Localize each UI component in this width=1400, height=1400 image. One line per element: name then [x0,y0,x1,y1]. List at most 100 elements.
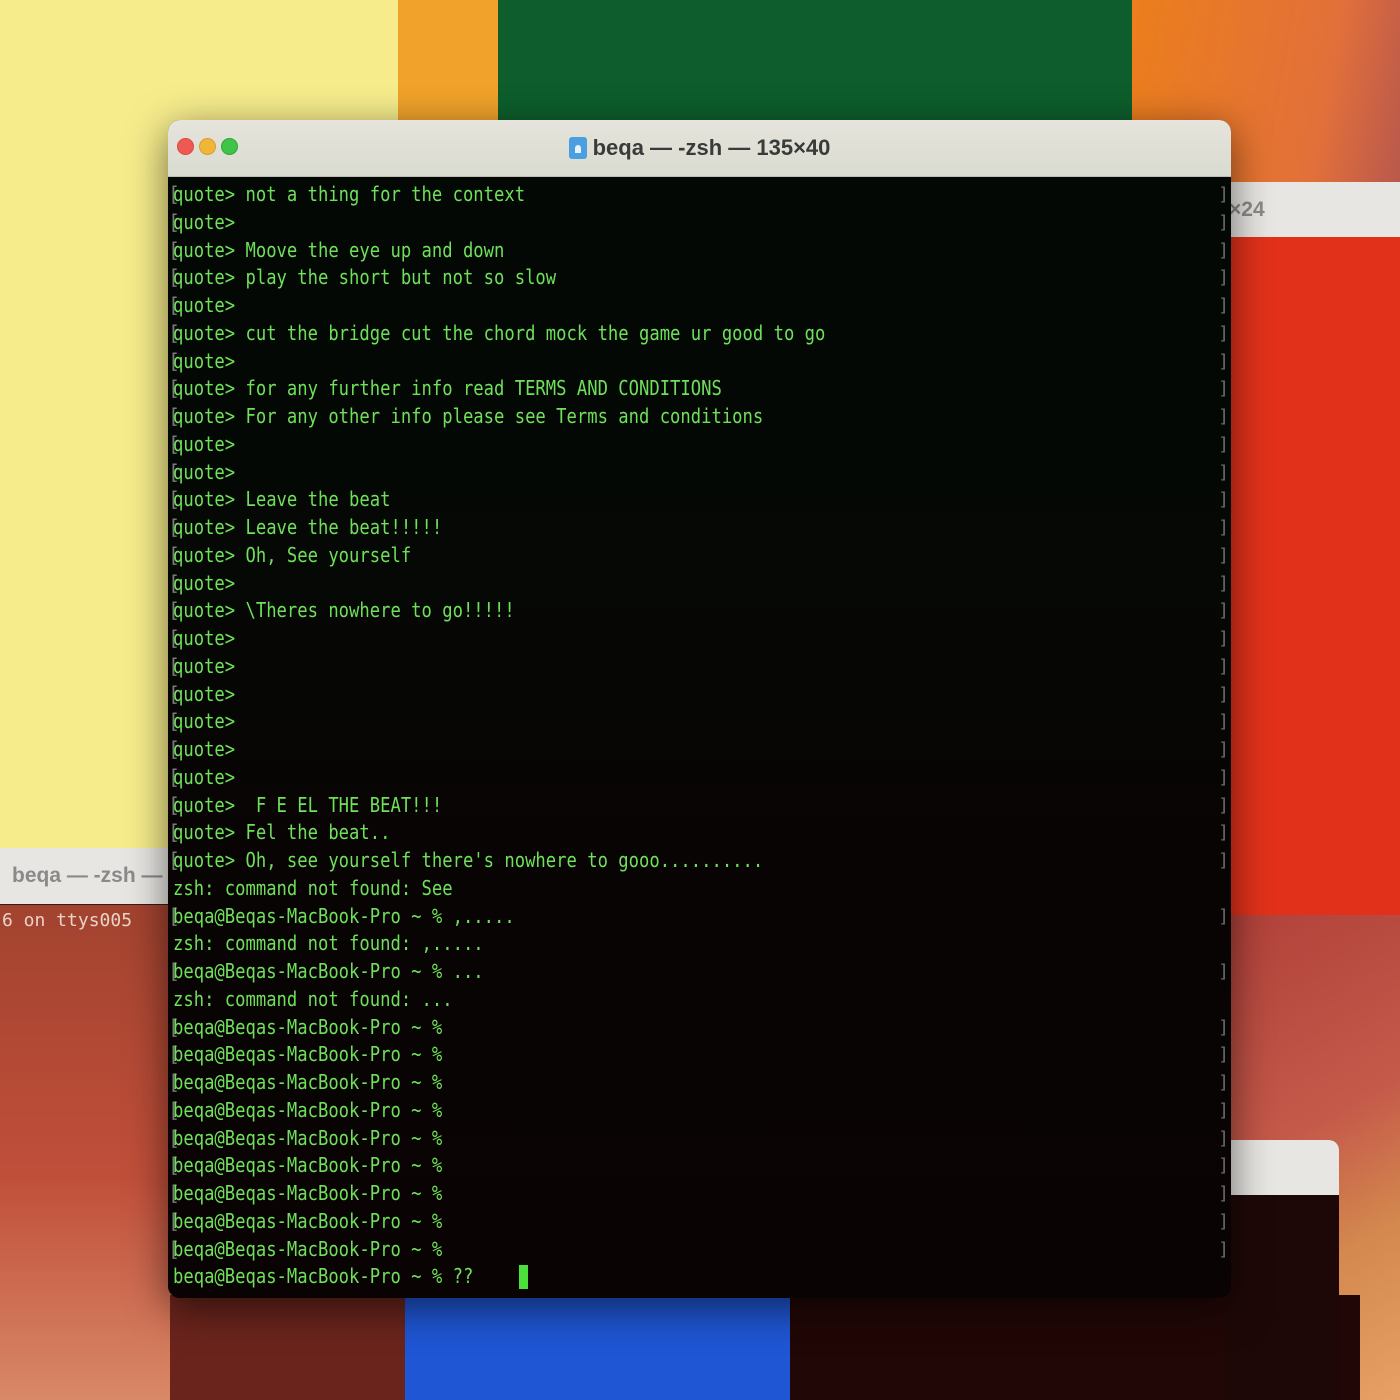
terminal-line-text: quote> F E EL THE BEAT!!! [173,792,443,817]
terminal-line-text: quote> [173,709,236,734]
line-end-bracket: ] [1218,1238,1229,1260]
terminal-line: [quote> Oh, See yourself] [168,542,1231,570]
background-orange-window [398,0,500,125]
terminal-line: [beqa@Beqas-MacBook-Pro ~ %] [168,1125,1231,1153]
terminal-line-text: quote> [173,681,236,706]
line-end-bracket: ] [1218,961,1229,982]
terminal-line-text: quote> [173,459,236,484]
folder-icon [568,137,587,159]
terminal-line: [beqa@Beqas-MacBook-Pro ~ %] [168,1041,1231,1069]
line-end-bracket: ] [1218,1155,1229,1177]
line-end-bracket: ] [1218,433,1229,455]
line-end-bracket: ] [1218,572,1229,594]
line-end-bracket: ] [1218,794,1229,816]
close-button[interactable] [177,138,194,155]
terminal-line: [beqa@Beqas-MacBook-Pro ~ %] [168,1014,1231,1042]
background-terminal-window-bottom-right[interactable] [1225,1140,1339,1400]
line-end-bracket: ] [1218,905,1229,927]
line-end-bracket: ] [1218,628,1229,649]
background-blue-window [405,1295,795,1400]
background-terminal-titlebar-left[interactable]: beqa — -zsh — 80×2 [0,848,175,904]
line-end-bracket: ] [1218,267,1229,289]
line-end-bracket: ] [1218,544,1229,566]
terminal-line: [quote>] [168,292,1231,320]
line-end-bracket: ] [1218,739,1229,760]
terminal-line-text: beqa@Beqas-MacBook-Pro ~ % [173,1097,443,1122]
line-end-bracket: ] [1218,350,1229,372]
minimize-button[interactable] [199,138,216,155]
terminal-line: [beqa@Beqas-MacBook-Pro ~ %] [168,1180,1231,1208]
line-end-bracket: ] [1218,239,1229,261]
line-end-bracket: ] [1218,184,1229,205]
line-end-bracket: ] [1218,1210,1229,1232]
terminal-line-text: quote> [173,626,236,650]
terminal-line-text: quote> Oh, See yourself [173,542,412,567]
terminal-line-text: beqa@Beqas-MacBook-Pro ~ % [173,1153,443,1178]
terminal-line: [quote>] [168,431,1231,459]
terminal-line: [beqa@Beqas-MacBook-Pro ~ %] [168,1152,1231,1180]
terminal-window[interactable]: beqa — -zsh — 135×40 [quote> not a thing… [168,120,1231,1298]
terminal-line-text: quote> [173,737,236,761]
line-end-bracket: ] [1218,822,1229,844]
line-end-bracket: ] [1218,517,1229,538]
terminal-line-text: beqa@Beqas-MacBook-Pro ~ % [173,1125,443,1150]
terminal-line-text: quote> \Theres nowhere to go!!!!! [173,598,515,623]
terminal-line-text: quote> not a thing for the context [173,182,526,206]
background-green-window [498,0,1134,125]
background-red-window [1225,235,1400,918]
line-end-bracket: ] [1218,461,1229,483]
terminal-line-text: quote> for any further info read TERMS A… [173,376,722,401]
line-end-bracket: ] [1218,295,1229,316]
terminal-line: [beqa@Beqas-MacBook-Pro ~ %] [168,1236,1231,1264]
line-end-bracket: ] [1218,1183,1229,1204]
terminal-line: zsh: command not found: ... [168,986,1231,1014]
window-titlebar[interactable]: beqa — -zsh — 135×40 [168,120,1231,177]
terminal-line: [quote>] [168,570,1231,598]
terminal-line-text: beqa@Beqas-MacBook-Pro ~ % [173,1014,443,1039]
background-terminal-tty-text: 6 on ttys005 [2,910,133,931]
terminal-line-text: beqa@Beqas-MacBook-Pro ~ % [173,1208,443,1233]
terminal-line: [quote> For any other info please see Te… [168,403,1231,431]
terminal-line: [quote> Fel the beat..] [168,819,1231,847]
terminal-line: [quote> Leave the beat] [168,486,1231,514]
terminal-line: [quote>] [168,736,1231,764]
line-end-bracket: ] [1218,322,1229,344]
window-title: beqa — -zsh — 135×40 [568,135,830,161]
terminal-content[interactable]: [quote> not a thing for the context][quo… [168,177,1231,1298]
terminal-line-text: zsh: command not found: See [173,875,453,900]
text-cursor [519,1265,529,1290]
terminal-line-text: quote> cut the bridge cut the chord mock… [173,320,826,345]
terminal-line-text: beqa@Beqas-MacBook-Pro ~ % [173,1042,443,1067]
terminal-line-text: quote> Leave the beat!!!!! [173,515,443,539]
terminal-line-text: beqa@Beqas-MacBook-Pro ~ % [173,1181,443,1205]
terminal-line: [quote> Leave the beat!!!!!] [168,514,1231,542]
terminal-line-text: beqa@Beqas-MacBook-Pro ~ % [173,1070,443,1094]
terminal-line: [beqa@Beqas-MacBook-Pro ~ % ,.....] [168,903,1231,931]
terminal-line-text: beqa@Beqas-MacBook-Pro ~ % ?? [173,1264,474,1289]
terminal-line: [quote>] [168,625,1231,653]
terminal-line: [quote>] [168,681,1231,709]
terminal-line-text: beqa@Beqas-MacBook-Pro ~ % ... [173,959,484,983]
terminal-line: [quote> \Theres nowhere to go!!!!!] [168,597,1231,625]
background-terminal-titlebar-right[interactable]: ×24 [1225,182,1400,237]
terminal-line: [quote> Moove the eye up and down] [168,237,1231,265]
terminal-line: [beqa@Beqas-MacBook-Pro ~ %] [168,1208,1231,1236]
terminal-line: beqa@Beqas-MacBook-Pro ~ % ?? [168,1263,1231,1291]
terminal-line: [beqa@Beqas-MacBook-Pro ~ % ...] [168,958,1231,986]
background-terminal-title-right: ×24 [1229,197,1265,221]
background-terminal-window-left [0,905,175,1400]
terminal-line-text: quote> Fel the beat.. [173,820,391,845]
background-window-bottom-left [170,1295,410,1400]
terminal-line-text: quote> [173,348,236,373]
line-end-bracket: ] [1218,406,1229,427]
terminal-line-text: quote> [173,431,236,456]
line-end-bracket: ] [1218,1072,1229,1093]
terminal-line-text: quote> [173,653,236,678]
background-terminal-title-left: beqa — -zsh — 80×2 [12,864,175,887]
maximize-button[interactable] [221,138,238,155]
line-end-bracket: ] [1218,711,1229,733]
terminal-line: [quote>] [168,209,1231,237]
terminal-line-text: quote> Oh, see yourself there's nowhere … [173,848,764,872]
terminal-line-text: beqa@Beqas-MacBook-Pro ~ % [173,1236,443,1261]
line-end-bracket: ] [1218,655,1229,677]
